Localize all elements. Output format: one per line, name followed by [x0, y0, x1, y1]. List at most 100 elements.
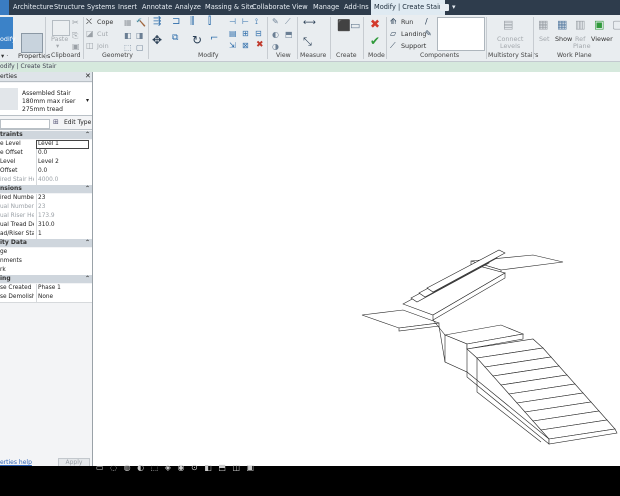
upper-run — [402, 249, 506, 321]
modify-button[interactable] — [0, 17, 13, 49]
tab-modify-create-stair[interactable]: Modify | Create Stair — [371, 0, 445, 15]
pin-icon[interactable]: ⟟ — [255, 17, 258, 27]
cancel-edit-mode-icon[interactable]: ✖ — [370, 17, 380, 31]
tab-systems[interactable]: Systems — [87, 0, 115, 15]
section-constraints[interactable]: traints ⌃ — [0, 131, 92, 139]
edit-type-button[interactable]: Edit Type — [64, 119, 91, 126]
hide-category-icon[interactable]: ◑ — [272, 42, 279, 51]
tab-massing-site[interactable]: Massing & Site — [205, 0, 254, 15]
tab-analyze[interactable]: Analyze — [175, 0, 201, 15]
geometry-group-label: Geometry — [102, 52, 133, 59]
property-value[interactable]: None — [36, 293, 88, 302]
property-value[interactable]: 0.0 — [36, 149, 88, 158]
offset-icon[interactable]: ⊐ — [172, 16, 180, 27]
tab-insert[interactable]: Insert — [118, 0, 137, 15]
run-icon[interactable]: ⟰ — [390, 17, 397, 26]
paste-icon — [52, 20, 70, 36]
pencil-icon[interactable]: ✎ — [425, 29, 432, 38]
tab-view[interactable]: View — [292, 0, 308, 15]
join-roof-icon[interactable]: ⬚ — [124, 43, 132, 52]
tab-add-ins[interactable]: Add-Ins — [344, 0, 369, 15]
linework-icon[interactable]: ⟋ — [285, 17, 291, 27]
property-value[interactable]: 23 — [36, 194, 88, 203]
ref-plane-icon: ▥ — [575, 18, 586, 31]
finish-edit-mode-icon[interactable]: ✔ — [370, 34, 380, 48]
section-identity-data[interactable]: ity Data ⌃ — [0, 239, 92, 247]
show-label[interactable]: Show — [555, 35, 572, 43]
property-value[interactable]: 0.0 — [36, 167, 88, 176]
hide-element-icon[interactable]: ◐ — [272, 30, 279, 39]
copy-element-icon[interactable]: ⧉ — [172, 33, 178, 43]
paint-icon[interactable]: ◨ — [136, 31, 144, 40]
array-icon[interactable]: ▤ — [229, 29, 237, 38]
section-phasing[interactable]: ing ⌃ — [0, 275, 92, 283]
levels-label: Levels — [500, 42, 521, 50]
rotate-icon[interactable]: ↻ — [192, 33, 202, 47]
viewer-icon[interactable]: ▣ — [594, 18, 604, 31]
close-icon[interactable]: ✕ — [85, 72, 91, 80]
edit-type-icon[interactable]: ⊞ — [53, 118, 59, 126]
property-value[interactable]: Level 1 — [36, 140, 89, 149]
select-elements-icon[interactable]: ⬒ — [285, 30, 293, 39]
measure-icon[interactable]: ⟷ — [303, 18, 316, 28]
property-value[interactable]: Phase 1 — [36, 284, 88, 293]
section-dimensions[interactable]: nsions ⌃ — [0, 185, 92, 193]
tab-structure[interactable]: Structure — [54, 0, 85, 15]
view-controls-icons[interactable]: ▭ ◌ ◍ ◐ ⬚ ◈ ◉ ⊙ ◧ ⬒ ◫ ▣ — [96, 463, 256, 472]
drawing-canvas[interactable] — [93, 72, 620, 466]
dropdown-icon[interactable]: ▾ — [452, 3, 456, 11]
tab-collaborate[interactable]: Collaborate — [252, 0, 290, 15]
dimension-icon[interactable]: ⤡ — [303, 35, 312, 49]
chevron-down-icon[interactable]: ▾ — [86, 97, 89, 104]
component-gallery[interactable] — [437, 17, 485, 51]
override-graphics-icon[interactable]: ✎ — [272, 17, 279, 26]
properties-help-link[interactable]: erties help — [0, 459, 32, 466]
apply-button[interactable]: Apply — [58, 458, 90, 466]
run-button-label[interactable]: Run — [401, 18, 413, 26]
wall-joins-icon: ▦ — [124, 18, 132, 27]
straight-run-icon[interactable]: / — [425, 17, 428, 26]
support-button-label[interactable]: Support — [401, 42, 426, 50]
landing-button-label[interactable]: Landing — [401, 30, 426, 38]
properties-icon[interactable] — [21, 33, 43, 53]
app-menu-button[interactable] — [0, 0, 9, 15]
modify-group-label: Modify — [198, 52, 219, 59]
property-value[interactable]: 1 — [36, 230, 88, 239]
remove-paint-icon[interactable]: ▢ — [136, 43, 144, 52]
cope-icon[interactable]: ⛌ — [86, 17, 92, 27]
trim-multiple-icon[interactable]: ⊞ — [242, 29, 249, 38]
show-workplane-icon[interactable]: ▦ — [557, 18, 567, 31]
demolish-icon[interactable]: 🔨 — [136, 18, 146, 27]
cope-label[interactable]: Cope — [97, 18, 113, 26]
trim-extend-icon[interactable]: ⌐ — [210, 33, 218, 44]
match-properties-icon: ▣ — [72, 42, 80, 51]
table-row[interactable]: se Demolish...None — [0, 293, 92, 303]
support-icon[interactable]: ⟋ — [390, 41, 396, 51]
tab-annotate[interactable]: Annotate — [142, 0, 172, 15]
camera-icon[interactable] — [440, 4, 449, 11]
move-icon[interactable]: ✥ — [152, 33, 162, 47]
tab-manage[interactable]: Manage — [313, 0, 339, 15]
trim-single-icon[interactable]: ⊢ — [242, 17, 249, 26]
mode-group-label: Mode — [368, 52, 385, 59]
offset-2-icon[interactable]: ⊟ — [255, 29, 262, 38]
create-group-icon[interactable]: ▭ — [350, 19, 360, 32]
tab-architecture[interactable]: Architecture — [13, 0, 53, 15]
scale-icon[interactable]: ⇲ — [229, 41, 236, 50]
mirror-draw-axis-icon[interactable]: ⫿ — [208, 16, 211, 27]
property-value[interactable]: Level 2 — [36, 158, 88, 167]
delete-icon[interactable]: ✖ — [256, 40, 264, 50]
mirror-pick-axis-icon[interactable]: ⫼ — [190, 16, 195, 27]
viewer-label[interactable]: Viewer — [591, 35, 613, 43]
property-key: ired Number... — [0, 195, 34, 201]
select-dropdown-icon[interactable]: ▾ · — [1, 52, 8, 60]
split-face-icon[interactable]: ◧ — [124, 31, 132, 40]
type-selector[interactable]: Assembled Stair 180mm max riser 275mm tr… — [0, 83, 92, 116]
property-value[interactable]: 310.0 — [36, 221, 88, 230]
landing-icon[interactable]: ▱ — [390, 29, 396, 38]
align-icon[interactable]: ⇶ — [153, 16, 161, 27]
create-similar-icon[interactable]: ⬛ — [337, 19, 351, 32]
split-element-icon[interactable]: ⊣ — [229, 17, 236, 26]
unpin-icon[interactable]: ⊠ — [242, 41, 249, 50]
instance-filter-dropdown[interactable] — [0, 119, 50, 129]
